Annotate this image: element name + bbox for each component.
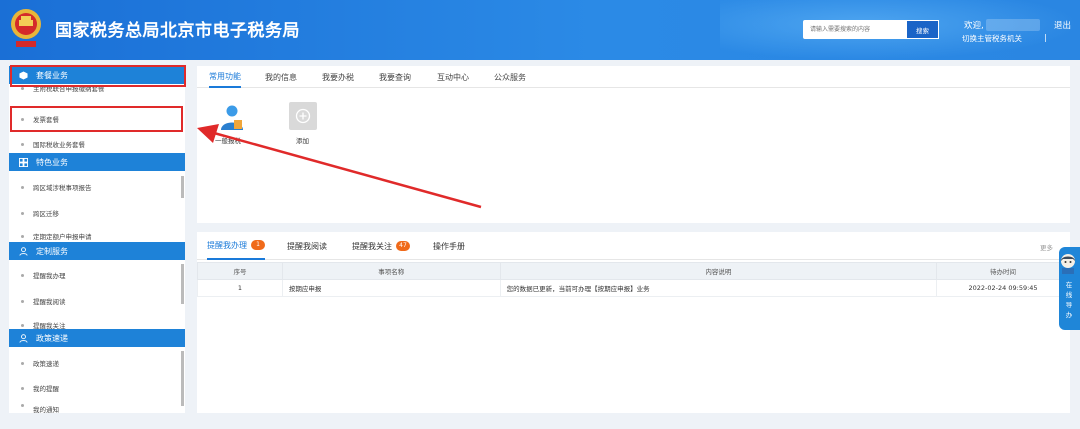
- bullet-icon: [21, 117, 24, 121]
- count-badge: 1: [251, 240, 265, 250]
- sidebar-section-title: 定制服务: [36, 246, 68, 256]
- table-header-row: 序号 事项名称 内容说明 待办时间: [197, 262, 1070, 280]
- sidebar-item-label: 我的通知: [33, 406, 59, 413]
- bullet-icon: [21, 273, 24, 277]
- tab-label: 提醒我关注: [352, 241, 392, 251]
- todo-table: 序号 事项名称 内容说明 待办时间 1 按期应申报 您的数据已更新，当前可办理【…: [197, 262, 1070, 297]
- cube-icon: [19, 70, 28, 80]
- bullet-icon: [21, 142, 24, 146]
- top-tab-bar: 常用功能 我的信息 我要办税 我要查询 互动中心 公众服务: [197, 66, 1070, 88]
- tab-label: 提醒我阅读: [287, 241, 327, 251]
- sidebar-scrollbar[interactable]: [181, 351, 184, 406]
- tab-interaction-center[interactable]: 互动中心: [437, 66, 469, 88]
- tab-common-functions[interactable]: 常用功能: [209, 66, 241, 88]
- row-time: 2022-02-24 09:59:45: [936, 279, 1070, 297]
- bullet-icon: [21, 404, 24, 407]
- welcome-text: 欢迎,: [964, 21, 984, 31]
- sidebar-section-title: 政策速递: [36, 333, 68, 343]
- tab-remind-handle[interactable]: 提醒我办理 1: [207, 232, 265, 260]
- sidebar-scrollbar[interactable]: [181, 264, 184, 304]
- sidebar-item-remind-read[interactable]: 提醒我阅读: [9, 289, 181, 313]
- sidebar-item-label: 发票套餐: [33, 116, 59, 124]
- search-button[interactable]: 搜索: [907, 20, 939, 39]
- add-function-button[interactable]: [289, 102, 317, 130]
- app-title: 国家税务总局北京市电子税务局: [55, 21, 300, 41]
- search-input[interactable]: [803, 20, 907, 39]
- tab-label: 提醒我办理: [207, 240, 247, 250]
- bullet-icon: [21, 185, 24, 189]
- user-icon: [19, 333, 28, 343]
- table-row[interactable]: 1 按期应申报 您的数据已更新，当前可办理【按期应申报】业务 2022-02-2…: [197, 279, 1070, 297]
- sidebar-scrollbar[interactable]: [181, 176, 184, 198]
- tab-query[interactable]: 我要查询: [379, 66, 411, 88]
- tax-emblem-icon: [11, 9, 41, 47]
- bullet-icon: [21, 211, 24, 215]
- bottom-tab-bar: 提醒我办理 1 提醒我阅读 提醒我关注 47 操作手册: [197, 232, 1070, 260]
- sidebar-item-invoice-package[interactable]: 发票套餐: [9, 107, 181, 131]
- header-divider: |: [1044, 33, 1047, 42]
- bullet-icon: [21, 299, 24, 303]
- tab-public-service[interactable]: 公众服务: [494, 66, 526, 88]
- bullet-icon: [21, 323, 24, 327]
- sidebar-section-custom-service[interactable]: 定制服务: [9, 242, 185, 260]
- row-description: 您的数据已更新，当前可办理【按期应申报】业务: [499, 279, 938, 297]
- sidebar-item-label: 提醒我阅读: [33, 298, 66, 306]
- reminder-panel: 提醒我办理 1 提醒我阅读 提醒我关注 47 操作手册 更多 序号 事项名称 内容说…: [197, 232, 1070, 413]
- sidebar-item-label: 跨区域涉税事项报告: [33, 184, 92, 192]
- sidebar-item-label: 定期定额户申报申请: [33, 233, 92, 241]
- sidebar-item-cross-region-migration[interactable]: 跨区迁移: [9, 201, 181, 225]
- sidebar-section-policy[interactable]: 政策速递: [9, 329, 185, 347]
- switch-tax-authority-link[interactable]: 切换主管税务机关: [962, 33, 1022, 44]
- bullet-icon: [21, 86, 24, 90]
- tab-remind-follow[interactable]: 提醒我关注 47: [352, 232, 410, 260]
- sidebar-item-cross-region-report[interactable]: 跨区域涉税事项报告: [9, 175, 181, 199]
- sidebar-section-featured[interactable]: 特色业务: [9, 153, 185, 171]
- grid-icon: [19, 157, 28, 167]
- more-link[interactable]: 更多: [1040, 242, 1053, 252]
- robot-avatar-icon: [1061, 254, 1075, 274]
- sidebar-item-label: 跨区迁移: [33, 210, 59, 218]
- tab-operation-manual[interactable]: 操作手册: [433, 232, 465, 260]
- bullet-icon: [21, 361, 24, 365]
- logout-link[interactable]: 退出: [1054, 19, 1071, 31]
- sidebar-section-title: 特色业务: [36, 157, 68, 167]
- username-mask: [986, 19, 1040, 31]
- sidebar-item-label: 国际税收业务套餐: [33, 141, 85, 149]
- bullet-icon: [21, 386, 24, 390]
- header-bar: 国家税务总局北京市电子税务局 搜索 欢迎, 切换主管税务机关 | 退出: [0, 0, 1080, 60]
- common-functions-panel: 常用功能 我的信息 我要办税 我要查询 互动中心 公众服务 一般报税 添加: [197, 66, 1070, 223]
- row-item-name[interactable]: 按期应申报: [281, 279, 501, 297]
- column-header: 待办时间: [936, 262, 1070, 280]
- tab-remind-read[interactable]: 提醒我阅读: [287, 232, 327, 260]
- sidebar-item-policy-express[interactable]: 政策速递: [9, 351, 181, 375]
- tab-my-info[interactable]: 我的信息: [265, 66, 297, 88]
- tile-label[interactable]: 一般报税: [215, 135, 241, 145]
- count-badge: 47: [396, 241, 410, 251]
- sidebar-item-joint-tax-package[interactable]: 主附税联合申报缴纳套餐: [9, 81, 181, 95]
- add-function-label[interactable]: 添加: [296, 135, 309, 145]
- column-header: 序号: [197, 262, 283, 280]
- column-header: 事项名称: [281, 262, 501, 280]
- row-index: 1: [197, 279, 283, 297]
- sidebar-item-label: 提醒我办理: [33, 272, 66, 280]
- sidebar-item-label: 政策速递: [33, 360, 59, 368]
- sidebar-item-my-notices[interactable]: 我的通知: [9, 402, 181, 413]
- sidebar-item-label: 我的提醒: [33, 385, 59, 393]
- column-header: 内容说明: [499, 262, 938, 280]
- plus-circle-icon: [295, 108, 311, 124]
- sidebar-item-remind-handle[interactable]: 提醒我办理: [9, 263, 181, 287]
- sidebar-item-fixed-quota-apply[interactable]: 定期定额户申报申请: [9, 230, 181, 242]
- sidebar-item-label: 主附税联合申报缴纳套餐: [33, 85, 105, 93]
- sidebar: 套餐业务 主附税联合申报缴纳套餐 发票套餐 国际税收业务套餐 特色业务 跨区域涉…: [9, 66, 185, 413]
- bullet-icon: [21, 234, 24, 238]
- person-icon[interactable]: [219, 104, 245, 130]
- sidebar-section-title: 套餐业务: [36, 70, 68, 80]
- tab-label: 操作手册: [433, 241, 465, 251]
- online-guide-label: 在线导办: [1065, 281, 1073, 319]
- user-icon: [19, 246, 28, 256]
- tab-file-tax[interactable]: 我要办税: [322, 66, 354, 88]
- sidebar-item-my-reminders[interactable]: 我的提醒: [9, 376, 181, 400]
